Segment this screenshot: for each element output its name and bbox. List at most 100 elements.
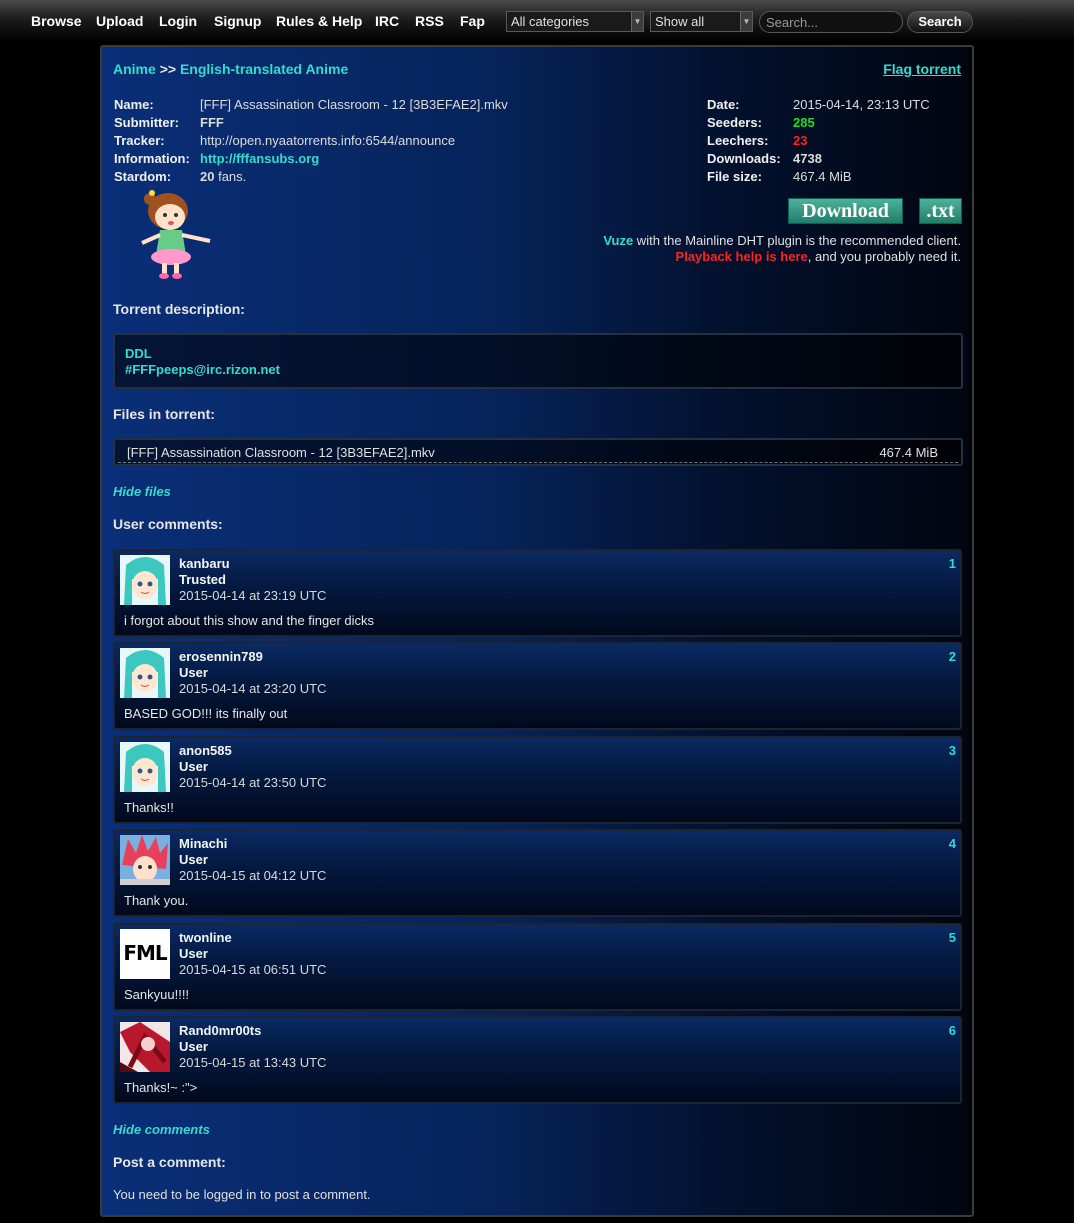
comment-text: Thank you. xyxy=(124,893,189,908)
breadcrumb-subcategory-link[interactable]: English-translated Anime xyxy=(180,61,348,77)
nav-rss-link[interactable]: RSS xyxy=(415,13,444,29)
nav-signup-link[interactable]: Signup xyxy=(214,13,261,29)
comment-date: 2015-04-14 at 23:50 UTC xyxy=(179,775,327,790)
tracker-value: http://open.nyaatorrents.info:6544/annou… xyxy=(200,133,456,148)
chevron-down-icon: ▼ xyxy=(631,12,643,31)
comment-date: 2015-04-14 at 23:19 UTC xyxy=(179,588,327,603)
comment-text: Sankyuu!!!! xyxy=(124,987,190,1002)
comment-number[interactable]: 3 xyxy=(949,743,956,758)
seeders-label: Seeders: xyxy=(707,115,762,130)
seeders-value: 285 xyxy=(793,115,815,130)
playback-note: Playback help is here, and you probably … xyxy=(676,249,961,264)
comment-date: 2015-04-15 at 13:43 UTC xyxy=(179,1055,327,1070)
playback-note-text: , and you probably need it. xyxy=(807,249,961,264)
stardom-label: Stardom: xyxy=(114,169,172,184)
search-button[interactable]: Search xyxy=(907,11,973,33)
information-link[interactable]: http://fffansubs.org xyxy=(200,151,319,166)
login-required-note: You need to be logged in to post a comme… xyxy=(113,1187,371,1202)
client-note: Vuze with the Mainline DHT plugin is the… xyxy=(603,233,961,248)
breadcrumb: Anime >> English-translated Anime xyxy=(113,61,348,77)
torrent-panel: Anime >> English-translated Anime Flag t… xyxy=(100,45,974,1217)
category-select-value: All categories xyxy=(511,14,590,29)
filter-select-value: Show all xyxy=(655,14,705,29)
txt-download-button[interactable]: .txt xyxy=(919,198,962,224)
date-value: 2015-04-14, 23:13 UTC xyxy=(793,97,930,112)
mascot-image xyxy=(130,185,220,280)
avatar xyxy=(120,835,170,885)
comment-username[interactable]: kanbaru xyxy=(179,556,230,571)
comments-heading: User comments: xyxy=(113,516,223,532)
breadcrumb-category-link[interactable]: Anime xyxy=(113,61,156,77)
comment-username[interactable]: Minachi xyxy=(179,836,227,851)
downloads-label: Downloads: xyxy=(707,151,781,166)
comment-item: anon585 User 2015-04-14 at 23:50 UTC 3 T… xyxy=(113,736,962,824)
hide-files-link[interactable]: Hide files xyxy=(113,484,171,499)
avatar xyxy=(120,742,170,792)
nav-login-link[interactable]: Login xyxy=(159,13,197,29)
filesize-value: 467.4 MiB xyxy=(793,169,852,184)
comment-role: User xyxy=(179,759,208,774)
comment-date: 2015-04-14 at 23:20 UTC xyxy=(179,681,327,696)
chevron-down-icon: ▼ xyxy=(740,12,752,31)
tracker-label: Tracker: xyxy=(114,133,165,148)
comment-username[interactable]: Rand0mr00ts xyxy=(179,1023,261,1038)
description-heading: Torrent description: xyxy=(113,301,245,317)
stardom-value: 20 fans. xyxy=(200,169,246,184)
avatar xyxy=(120,555,170,605)
comment-username[interactable]: twonline xyxy=(179,930,232,945)
files-box: [FFF] Assassination Classroom - 12 [3B3E… xyxy=(113,438,963,466)
stardom-count: 20 xyxy=(200,169,215,184)
comment-number[interactable]: 4 xyxy=(949,836,956,851)
stardom-suffix: fans. xyxy=(214,169,247,184)
description-irc-link[interactable]: #FFFpeeps@irc.rizon.net xyxy=(125,362,280,377)
comment-text: BASED GOD!!! its finally out xyxy=(124,706,288,721)
nav-browse-link[interactable]: Browse xyxy=(31,13,82,29)
download-button[interactable]: Download xyxy=(788,198,903,224)
comment-role: User xyxy=(179,946,208,961)
nav-rules-help-link[interactable]: Rules & Help xyxy=(276,13,362,29)
flag-torrent-link[interactable]: Flag torrent xyxy=(883,61,961,77)
description-line: DDL xyxy=(125,346,152,361)
client-note-text: with the Mainline DHT plugin is the reco… xyxy=(633,233,961,248)
comment-text: Thanks!! xyxy=(124,800,174,815)
leechers-label: Leechers: xyxy=(707,133,769,148)
submitter-link[interactable]: FFF xyxy=(200,115,224,130)
comment-number[interactable]: 1 xyxy=(949,556,956,571)
comment-text: i forgot about this show and the finger … xyxy=(124,613,375,628)
description-box: DDL #FFFpeeps@irc.rizon.net xyxy=(113,333,963,389)
playback-help-link[interactable]: Playback help is here xyxy=(676,249,808,264)
name-label: Name: xyxy=(114,97,154,112)
file-name: [FFF] Assassination Classroom - 12 [3B3E… xyxy=(127,445,435,460)
avatar xyxy=(120,1022,170,1072)
comment-role: User xyxy=(179,1039,208,1054)
date-label: Date: xyxy=(707,97,740,112)
comment-username[interactable]: anon585 xyxy=(179,743,232,758)
file-row: [FFF] Assassination Classroom - 12 [3B3E… xyxy=(118,443,958,463)
comment-text: Thanks!~ :"> xyxy=(124,1080,198,1095)
comment-number[interactable]: 6 xyxy=(949,1023,956,1038)
comment-role: User xyxy=(179,852,208,867)
hide-comments-link[interactable]: Hide comments xyxy=(113,1122,210,1137)
vuze-link[interactable]: Vuze xyxy=(603,233,633,248)
submitter-label: Submitter: xyxy=(114,115,179,130)
filter-select[interactable]: Show all ▼ xyxy=(650,11,753,32)
comment-date: 2015-04-15 at 04:12 UTC xyxy=(179,868,327,883)
files-heading: Files in torrent: xyxy=(113,406,215,422)
fml-logo-text: FML xyxy=(123,941,167,965)
downloads-value: 4738 xyxy=(793,151,822,166)
nav-irc-link[interactable]: IRC xyxy=(375,13,399,29)
category-select[interactable]: All categories ▼ xyxy=(506,11,644,32)
information-label: Information: xyxy=(114,151,190,166)
comment-item: erosennin789 User 2015-04-14 at 23:20 UT… xyxy=(113,642,962,730)
nav-upload-link[interactable]: Upload xyxy=(96,13,143,29)
nav-fap-link[interactable]: Fap xyxy=(460,13,485,29)
file-size: 467.4 MiB xyxy=(879,445,938,460)
comment-role: User xyxy=(179,665,208,680)
comment-username[interactable]: erosennin789 xyxy=(179,649,263,664)
leechers-value: 23 xyxy=(793,133,808,148)
comment-number[interactable]: 5 xyxy=(949,930,956,945)
top-navbar: Browse Upload Login Signup Rules & Help … xyxy=(0,0,1074,42)
comment-date: 2015-04-15 at 06:51 UTC xyxy=(179,962,327,977)
comment-number[interactable]: 2 xyxy=(949,649,956,664)
search-input[interactable] xyxy=(759,11,903,33)
